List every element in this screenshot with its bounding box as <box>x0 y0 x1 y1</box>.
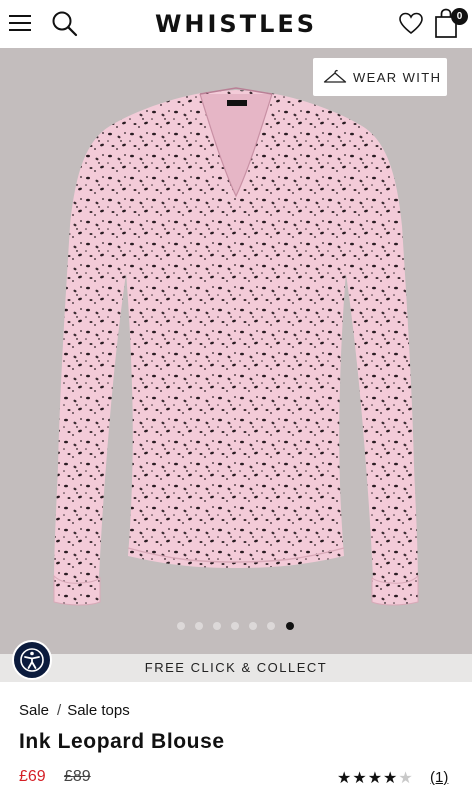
bag-count-badge: 0 <box>451 8 468 25</box>
star-empty-icon: ★ <box>398 770 413 787</box>
star-filled-icon: ★ <box>337 770 352 787</box>
carousel-dot[interactable] <box>267 622 275 630</box>
wear-with-label: WEAR WITH <box>353 70 442 85</box>
promo-banner[interactable]: FREE CLICK & COLLECT <box>0 654 472 682</box>
original-price: £89 <box>64 768 91 785</box>
product-image-gallery[interactable]: WEAR WITH <box>0 48 472 654</box>
accessibility-icon <box>20 648 44 672</box>
rating-stars[interactable]: ★★★★★ <box>337 770 414 788</box>
brand-logo[interactable]: WHISTLES <box>148 10 324 38</box>
star-filled-icon: ★ <box>352 770 367 787</box>
price-rating-row: £69 £89 ★★★★★ (1) <box>19 768 459 790</box>
review-count-link[interactable]: (1) <box>430 769 448 786</box>
site-header: WHISTLES 0 <box>0 0 472 48</box>
heart-icon[interactable] <box>398 11 424 37</box>
carousel-dot-active[interactable] <box>286 622 294 630</box>
sale-price: £69 <box>19 768 46 785</box>
breadcrumb: Sale / Sale tops <box>19 702 130 719</box>
carousel-dot[interactable] <box>177 622 185 630</box>
breadcrumb-item-sale[interactable]: Sale <box>19 702 49 719</box>
carousel-dot[interactable] <box>231 622 239 630</box>
wear-with-button[interactable]: WEAR WITH <box>313 58 447 96</box>
carousel-dot[interactable] <box>195 622 203 630</box>
carousel-dot[interactable] <box>213 622 221 630</box>
star-filled-icon: ★ <box>383 770 398 787</box>
breadcrumb-item-sale-tops[interactable]: Sale tops <box>67 702 130 719</box>
breadcrumb-separator: / <box>57 702 62 719</box>
star-filled-icon: ★ <box>367 770 383 787</box>
accessibility-button[interactable] <box>12 640 52 680</box>
carousel-dot[interactable] <box>249 622 257 630</box>
product-image <box>53 87 419 606</box>
hanger-icon <box>323 69 347 83</box>
search-icon[interactable] <box>51 10 79 38</box>
carousel-dots <box>0 620 472 632</box>
product-title: Ink Leopard Blouse <box>19 730 225 753</box>
menu-icon[interactable] <box>9 12 33 34</box>
